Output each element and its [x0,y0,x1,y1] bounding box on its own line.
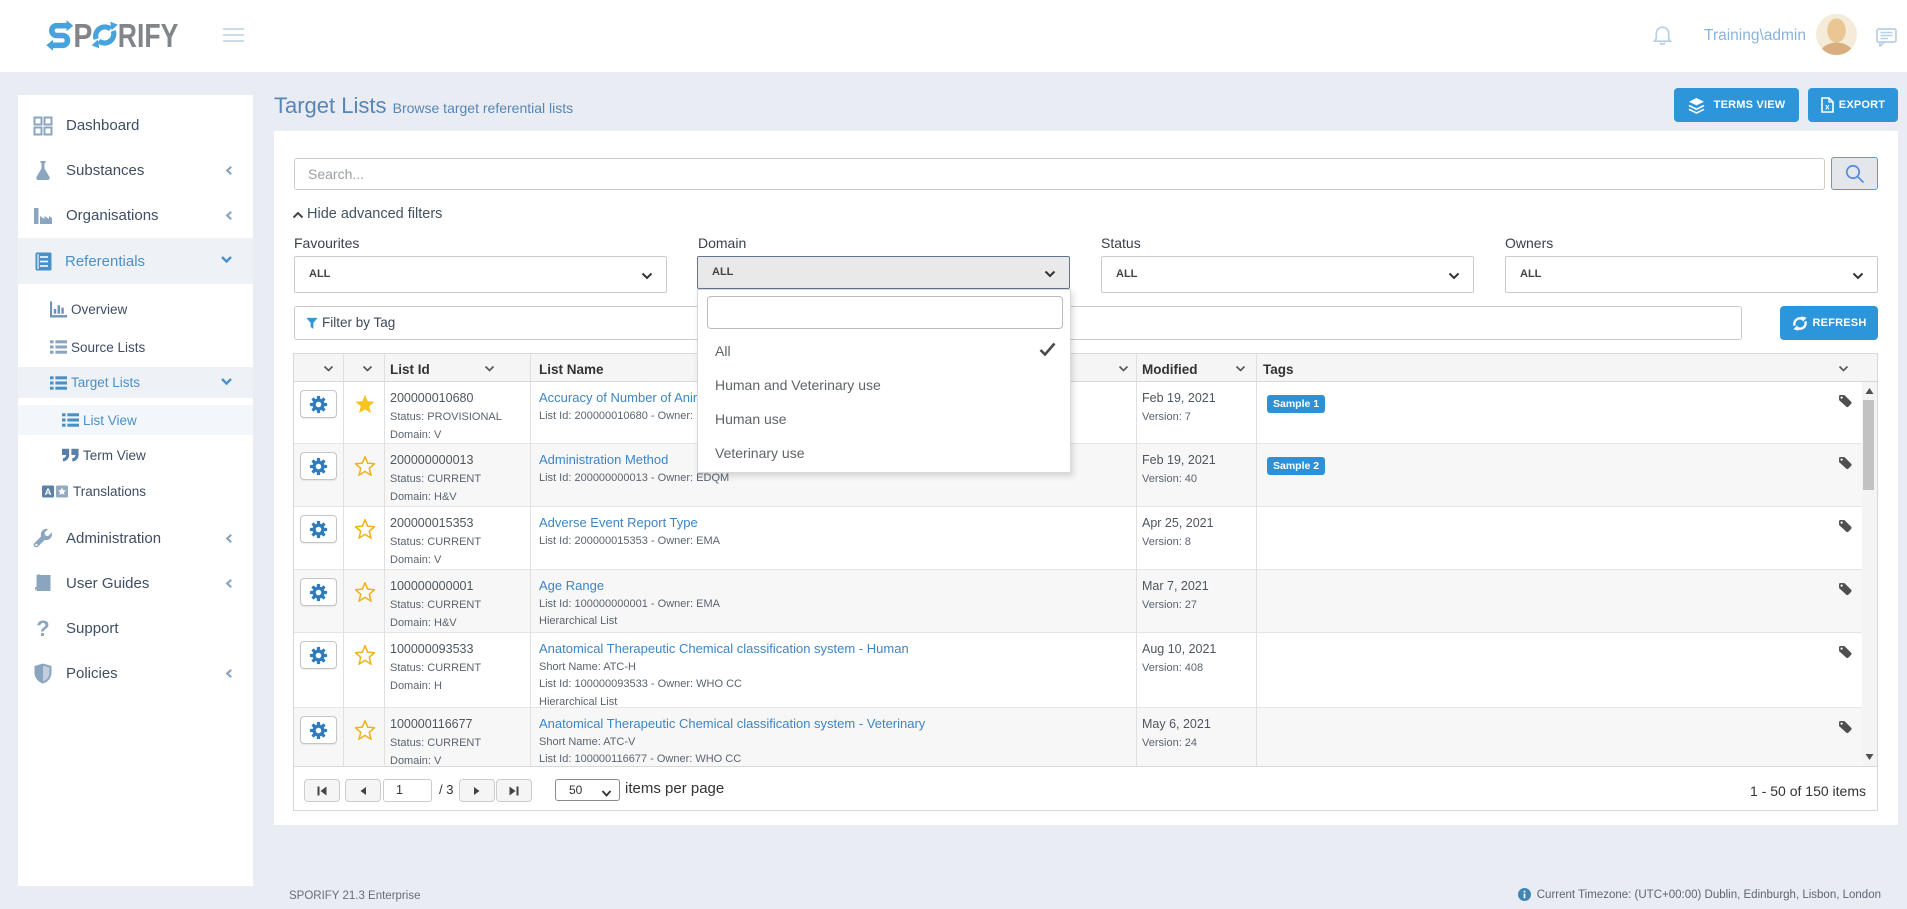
svg-text:x: x [1825,103,1830,112]
svg-text:RIFY: RIFY [118,18,179,55]
svg-text:A: A [45,487,52,498]
svg-text:P: P [73,18,92,55]
